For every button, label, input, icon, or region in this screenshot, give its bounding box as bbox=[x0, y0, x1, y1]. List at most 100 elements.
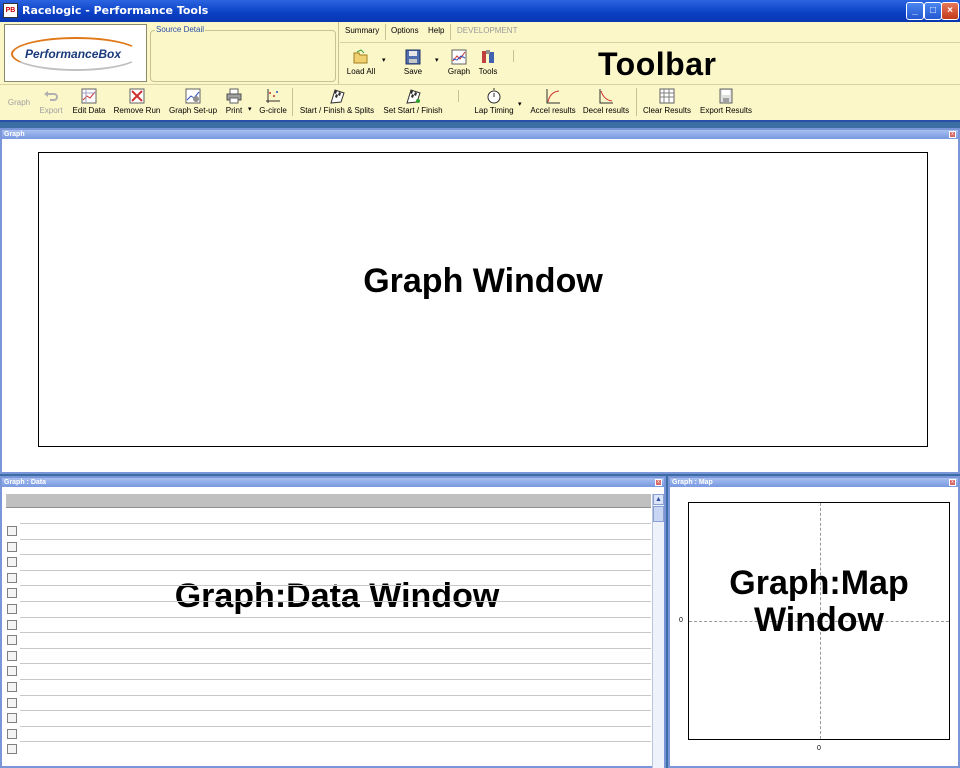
start-finish-splits-label: Start / Finish & Splits bbox=[299, 106, 375, 115]
accel-curve-icon bbox=[546, 89, 560, 104]
table-row[interactable] bbox=[20, 538, 651, 540]
graph-plot-area[interactable]: Graph Window bbox=[38, 152, 928, 447]
row-checkbox[interactable] bbox=[7, 682, 17, 692]
print-label: Print bbox=[225, 106, 243, 115]
edit-data-button[interactable]: Edit Data bbox=[70, 88, 108, 115]
graph-button[interactable]: Graph bbox=[6, 98, 32, 107]
g-circle-button[interactable]: G-circle bbox=[258, 88, 288, 115]
load-all-dropdown[interactable]: ▾ bbox=[382, 56, 386, 64]
divider bbox=[458, 90, 459, 102]
source-detail-legend: Source Detail bbox=[155, 25, 206, 34]
graph-label: Graph bbox=[7, 98, 31, 107]
floppy-disk-icon bbox=[405, 49, 421, 65]
export-results-button[interactable]: Export Results bbox=[698, 88, 754, 115]
tools-button[interactable]: Tools bbox=[476, 49, 500, 76]
table-row[interactable] bbox=[20, 694, 651, 696]
scroll-thumb[interactable] bbox=[653, 506, 664, 522]
row-checkbox[interactable] bbox=[7, 635, 17, 646]
title-bar: PB Racelogic - Performance Tools _ □ × bbox=[0, 0, 960, 22]
tab-development[interactable]: DEVELOPMENT bbox=[457, 26, 517, 35]
graph-setup-button[interactable]: Graph Set-up bbox=[167, 88, 219, 115]
table-row[interactable] bbox=[20, 647, 651, 649]
accel-results-button[interactable]: Accel results bbox=[529, 88, 577, 115]
graph-data-window-label: Graph:Data Window bbox=[174, 577, 500, 615]
remove-run-label: Remove Run bbox=[113, 106, 161, 115]
map-label-line1: Graph:Map bbox=[729, 564, 909, 602]
row-checkbox[interactable] bbox=[7, 619, 17, 630]
g-circle-icon bbox=[266, 89, 280, 103]
checkered-flag-icon bbox=[330, 89, 345, 104]
scroll-up-arrow-icon[interactable]: ▲ bbox=[653, 494, 664, 505]
row-checkbox[interactable] bbox=[7, 697, 17, 708]
graph-panel-close-icon[interactable]: x bbox=[949, 131, 956, 138]
graph-map-panel-close-icon[interactable]: x bbox=[949, 479, 956, 486]
clear-results-button[interactable]: Clear Results bbox=[642, 88, 692, 115]
lap-timing-dropdown[interactable]: ▾ bbox=[518, 100, 522, 108]
table-row[interactable] bbox=[20, 554, 651, 556]
tab-summary[interactable]: Summary bbox=[345, 26, 379, 35]
table-row[interactable] bbox=[20, 616, 651, 618]
table-row[interactable] bbox=[20, 523, 651, 524]
table-row[interactable] bbox=[20, 710, 651, 712]
table-row[interactable] bbox=[20, 601, 651, 602]
table-row[interactable] bbox=[20, 679, 651, 680]
map-plot-area[interactable]: Graph:Map Window bbox=[688, 502, 950, 740]
graph-top-label: Graph bbox=[447, 67, 471, 76]
graph-data-panel-title: Graph : Data bbox=[2, 478, 664, 487]
close-button[interactable]: × bbox=[941, 2, 959, 20]
graph-top-button[interactable]: Graph bbox=[446, 49, 472, 76]
divider bbox=[340, 42, 960, 43]
graph-panel: Graph x Graph Window bbox=[0, 128, 960, 474]
minimize-button[interactable]: _ bbox=[906, 2, 924, 20]
graph-map-window-label: Graph:Map Window bbox=[689, 564, 949, 640]
data-table-header bbox=[6, 494, 651, 508]
data-scrollbar[interactable]: ▲ bbox=[652, 494, 664, 768]
checkered-flag-icon bbox=[406, 89, 421, 104]
table-row[interactable] bbox=[20, 725, 651, 727]
row-checkbox[interactable] bbox=[7, 650, 17, 661]
toolbar-heading: Toolbar bbox=[598, 46, 717, 82]
row-checkbox[interactable] bbox=[7, 666, 17, 677]
export-button[interactable]: Export bbox=[36, 88, 66, 115]
tab-options[interactable]: Options bbox=[391, 26, 419, 35]
table-row[interactable] bbox=[20, 663, 651, 665]
table-row[interactable] bbox=[20, 569, 651, 571]
toolbar-area: PerformanceBox Source Detail Summary Opt… bbox=[0, 22, 960, 122]
clear-results-icon bbox=[659, 88, 675, 104]
row-checkbox[interactable] bbox=[7, 572, 17, 583]
export-label: Export bbox=[39, 106, 63, 115]
printer-icon bbox=[226, 88, 242, 104]
remove-run-button[interactable]: Remove Run bbox=[113, 88, 161, 115]
set-start-finish-label: Set Start / Finish bbox=[383, 106, 443, 115]
row-checkbox[interactable] bbox=[7, 744, 17, 755]
decel-results-label: Decel results bbox=[582, 106, 630, 115]
table-row[interactable] bbox=[20, 741, 651, 743]
print-dropdown[interactable]: ▾ bbox=[248, 105, 252, 113]
print-button[interactable]: Print bbox=[223, 88, 245, 115]
app-icon: PB bbox=[3, 3, 18, 18]
row-checkbox[interactable] bbox=[7, 526, 17, 536]
row-checkbox[interactable] bbox=[7, 588, 17, 599]
save-dropdown[interactable]: ▾ bbox=[435, 56, 439, 64]
graph-data-panel-close-icon[interactable]: x bbox=[655, 479, 662, 486]
start-finish-splits-button[interactable]: Start / Finish & Splits bbox=[299, 88, 375, 115]
maximize-button[interactable]: □ bbox=[924, 2, 942, 20]
lap-timing-button[interactable]: Lap Timing bbox=[474, 88, 514, 115]
divider bbox=[450, 24, 451, 40]
divider bbox=[292, 88, 293, 116]
row-checkbox[interactable] bbox=[7, 557, 17, 568]
row-checkbox[interactable] bbox=[7, 728, 17, 739]
load-all-button[interactable]: Load All bbox=[346, 49, 376, 76]
set-start-finish-button[interactable]: Set Start / Finish bbox=[382, 88, 444, 115]
graph-data-panel: Graph : Data x ▲ Graph:Data Window bbox=[0, 476, 666, 768]
save-button[interactable]: Save bbox=[400, 49, 426, 76]
row-checkbox[interactable] bbox=[7, 541, 17, 552]
row-checkbox[interactable] bbox=[7, 713, 17, 724]
tab-help[interactable]: Help bbox=[428, 26, 444, 35]
table-row[interactable] bbox=[20, 585, 651, 587]
table-row[interactable] bbox=[20, 632, 651, 634]
row-checkbox[interactable] bbox=[7, 604, 17, 614]
export-results-label: Export Results bbox=[699, 106, 753, 115]
graph-setup-icon bbox=[185, 88, 201, 104]
decel-results-button[interactable]: Decel results bbox=[582, 88, 630, 115]
